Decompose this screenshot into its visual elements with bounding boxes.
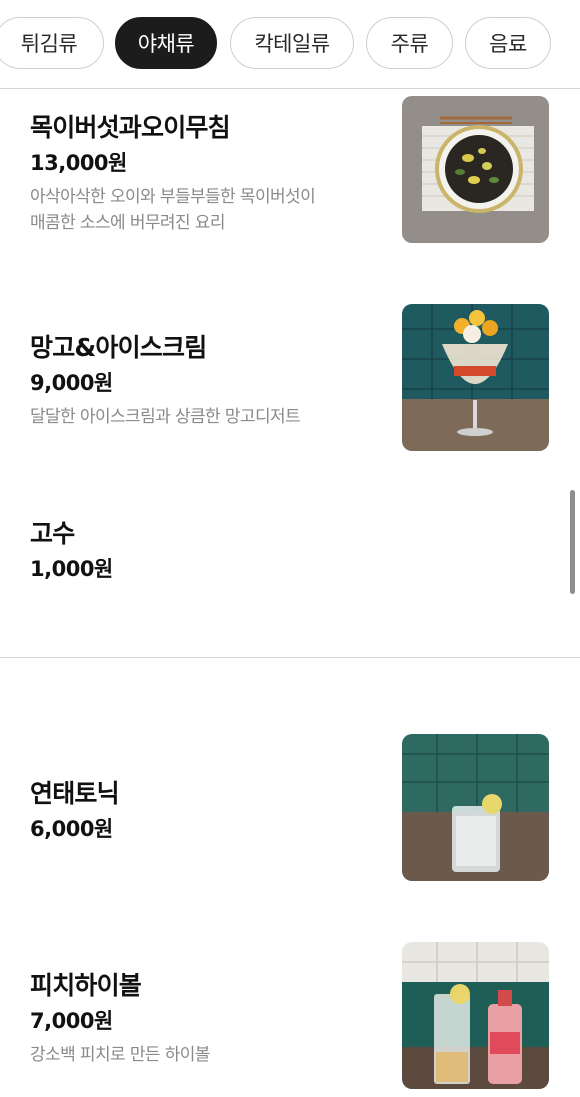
menu-item-description-line: 매콤한 소스에 버무려진 요리 [30,213,226,233]
menu-item-description: 강소백 피치로 만든 하이볼 [30,1045,210,1065]
menu-item-price: 13,000원 [30,151,127,175]
scrollbar[interactable] [570,490,575,594]
peach-highball-photo [402,942,549,1089]
menu-item-title: 망고&아이스크림 [30,333,207,362]
menu-item-price: 9,000원 [30,371,113,395]
tab-liquor[interactable]: 주류 [366,17,453,69]
menu-item-title: 피치하이볼 [30,971,142,1000]
mushroom-cucumber-dish-photo [402,96,549,243]
menu-item-title: 연태토닉 [30,779,120,808]
tab-fried[interactable]: 튀김류 [0,17,104,69]
tab-drinks[interactable]: 음료 [465,17,551,69]
tab-vegetables[interactable]: 야채류 [115,17,217,69]
menu-item-price: 7,000원 [30,1009,113,1033]
menu-item-description: 아삭아삭한 오이와 부들부들한 목이버섯이 매콤한 소스에 버무려진 요리 [30,184,370,236]
section-divider [0,657,580,658]
mango-parfait-photo [402,304,549,451]
menu-item-description-line: 아삭아삭한 오이와 부들부들한 목이버섯이 [30,187,316,207]
menu-item-description: 달달한 아이스크림과 상큼한 망고디저트 [30,407,301,427]
tonic-glass-photo [402,734,549,881]
category-tab-bar: 튀김류 야채류 칵테일류 주류 음료 [0,0,580,89]
menu-item-title: 고수 [30,519,75,548]
menu-item-price: 1,000원 [30,557,113,581]
menu-item-price: 6,000원 [30,817,113,841]
tab-cocktails[interactable]: 칵테일류 [230,17,354,69]
menu-item-title: 목이버섯과오이무침 [30,113,231,142]
